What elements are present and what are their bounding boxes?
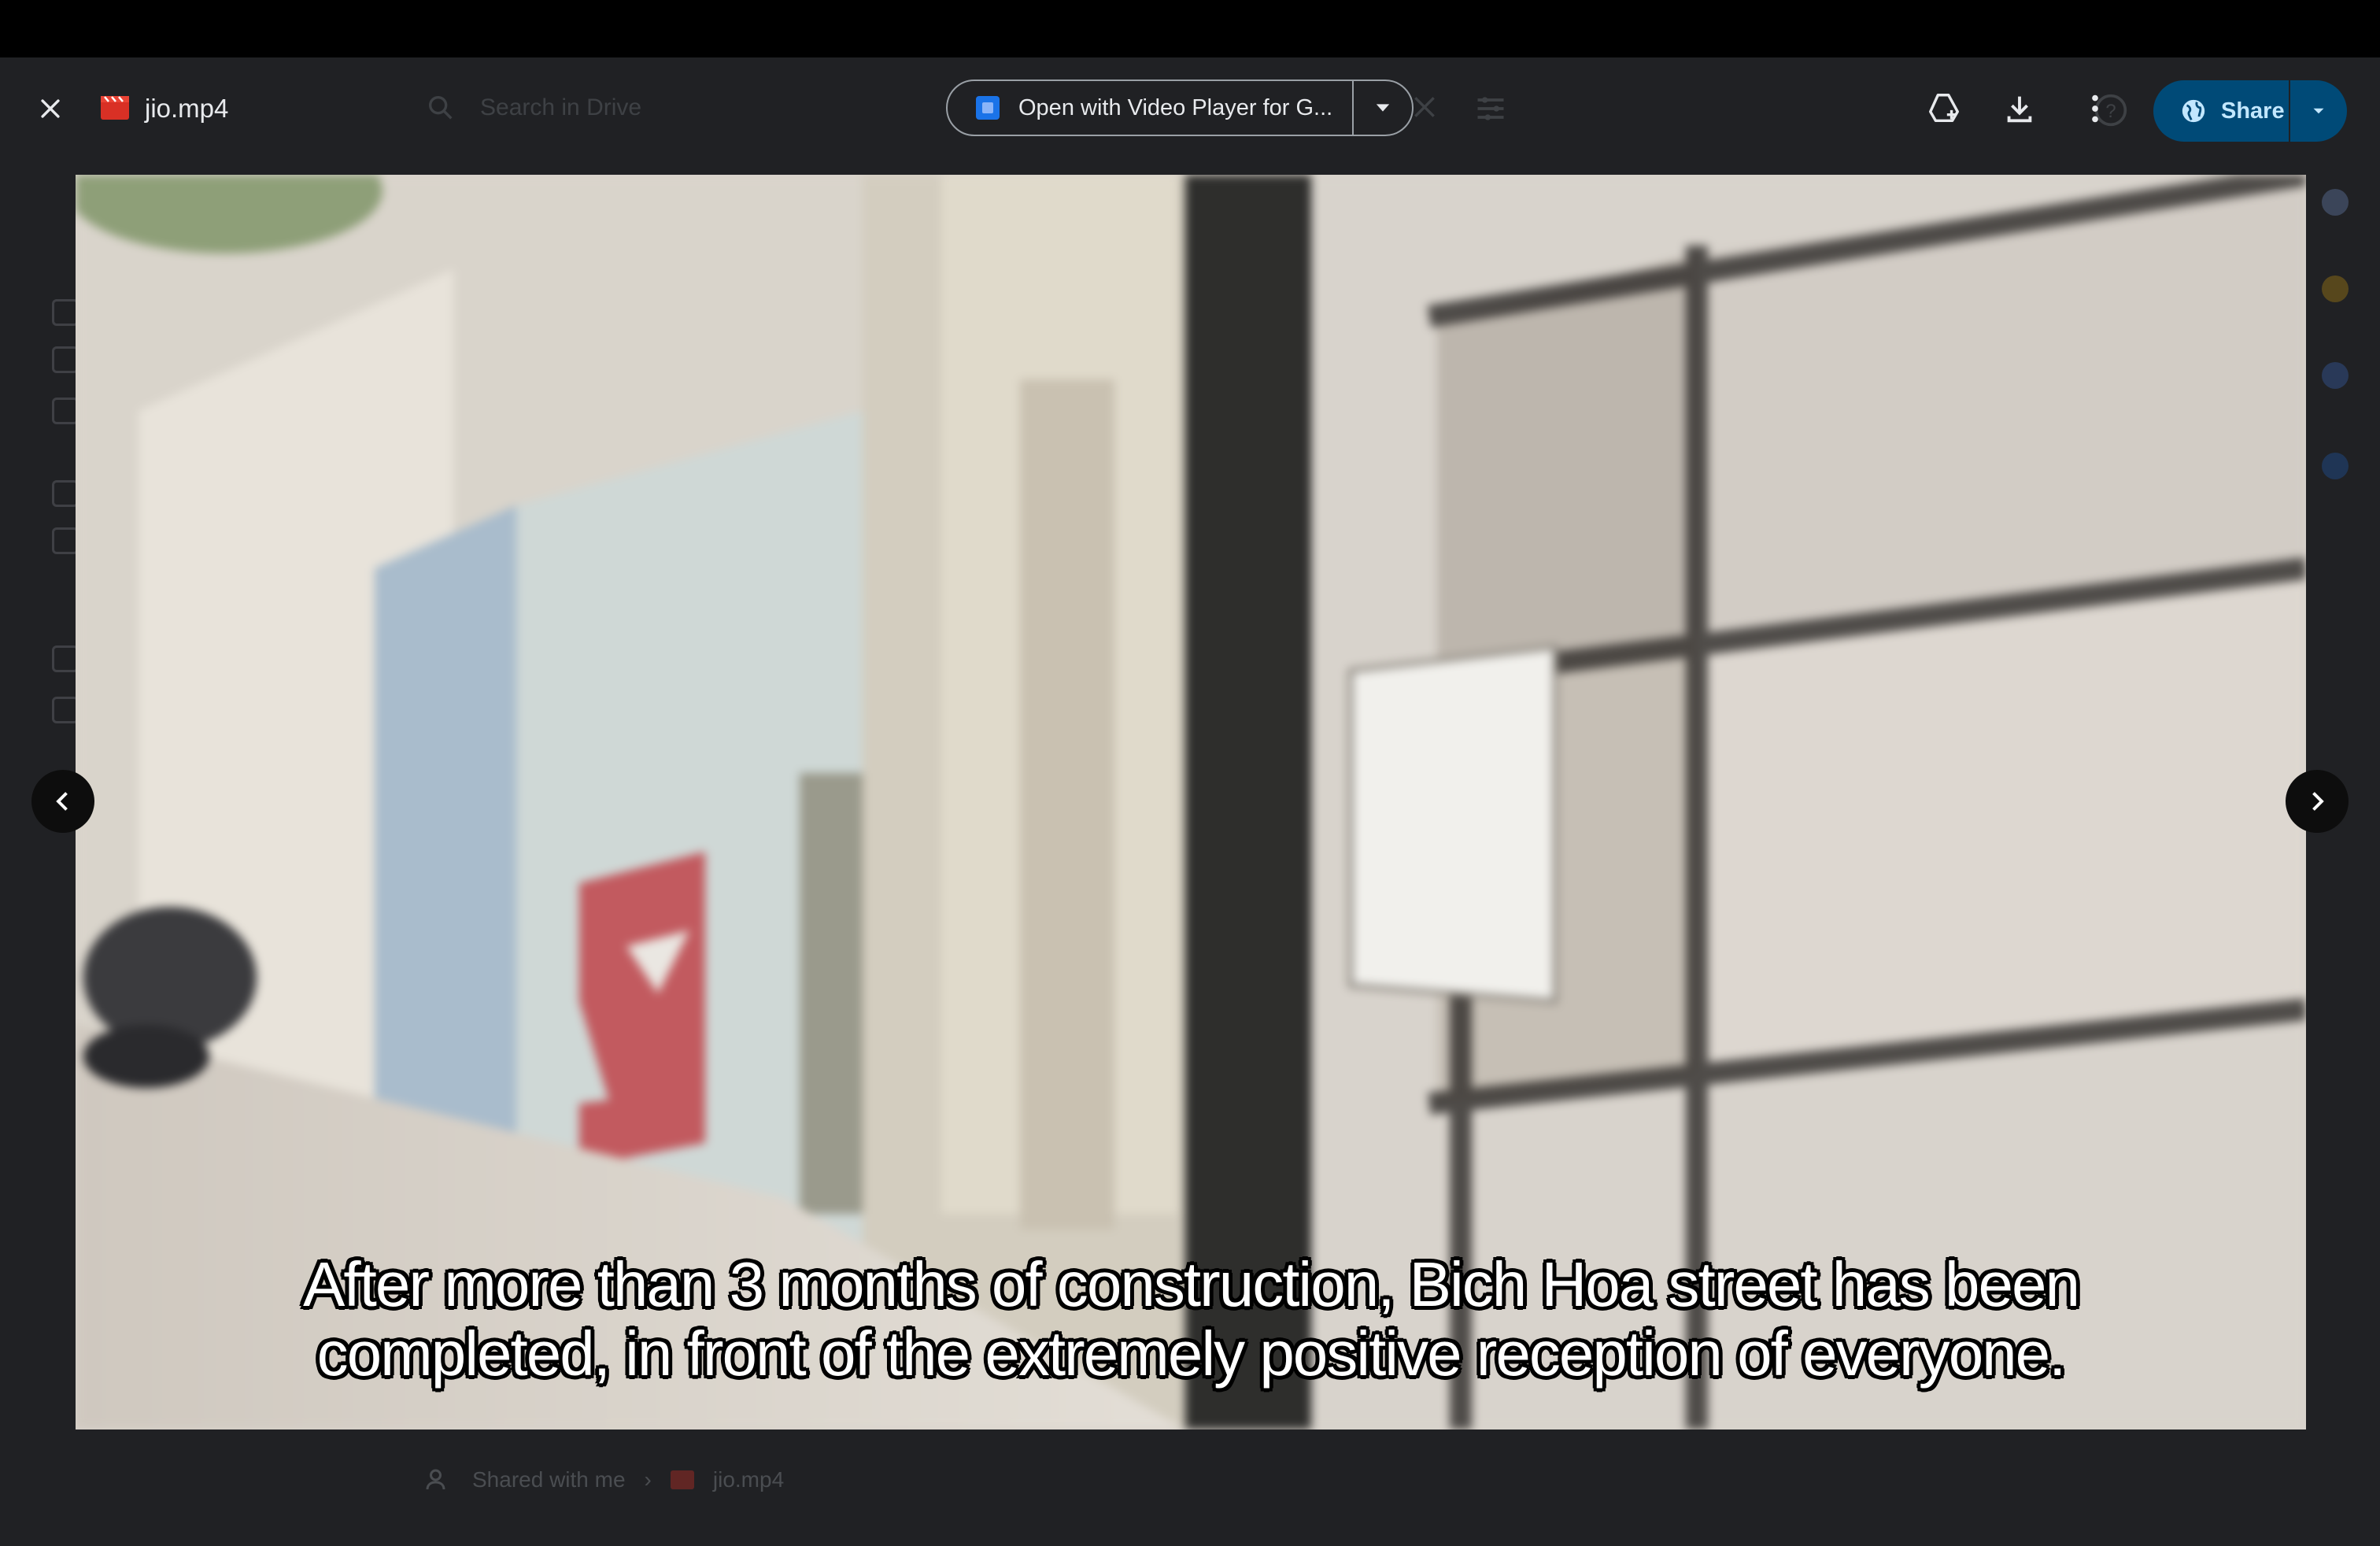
video-subtitle: After more than 3 months of construction… [76,1250,2306,1389]
background-side-panel-icon [2322,276,2349,302]
background-sidebar-icon [52,398,79,424]
background-sidebar-icon [52,346,79,373]
close-icon [41,99,60,118]
background-side-panel-icon [2322,189,2349,216]
more-actions-button[interactable] [2073,87,2117,131]
top-black-strip [0,0,2380,57]
background-sidebar-icon [52,527,79,554]
subtitle-line-1: After more than 3 months of construction… [303,1249,2080,1319]
next-file-button[interactable] [2286,770,2349,833]
background-sidebar-icon [52,645,79,672]
background-clear-icon [1414,97,1435,117]
add-shortcut-to-drive-button[interactable] [1922,87,1966,131]
open-with-button[interactable]: Open with Video Player for G... [948,81,1352,135]
shared-icon [426,1469,445,1490]
more-vert-icon [2092,94,2098,123]
video-file-icon [670,1470,694,1489]
background-side-panel-icon [2322,453,2349,479]
download-button[interactable] [1998,87,2042,131]
chevron-left-icon [56,792,68,811]
background-filter-icon [1477,97,1504,120]
chevron-right-icon: › [644,1467,652,1492]
share-label: Share [2221,98,2285,124]
background-breadcrumb: Shared with me › jio.mp4 [425,1463,784,1497]
subtitle-line-2: completed, in front of the extremely pos… [316,1319,2067,1389]
background-search-placeholder: Search in Drive [480,94,642,120]
search-icon [429,95,453,120]
file-name: jio.mp4 [145,94,229,123]
drive-video-preview-page: Search in Drive ? Shared with me › jio.m… [0,0,2380,1546]
open-with-label: Open with Video Player for G... [1018,94,1333,120]
arrow-drop-down-icon [2313,108,2324,114]
background-search-bar: Search in Drive [425,88,819,128]
video-file-icon [101,96,129,120]
background-sidebar-icon [52,299,79,326]
open-with-dropdown-button[interactable] [1354,81,1412,135]
previous-file-button[interactable] [31,770,94,833]
video-player[interactable]: After more than 3 months of construction… [76,175,2306,1429]
download-icon [2007,96,2032,123]
background-sidebar-icon [52,697,79,723]
add-to-drive-icon [1929,94,1959,123]
background-side-panel-icon [2322,362,2349,389]
video-player-app-icon [976,96,1000,120]
close-button[interactable] [31,90,69,128]
globe-icon [2182,99,2205,123]
open-with-control: Open with Video Player for G... [946,80,1414,136]
breadcrumb-parent: Shared with me [472,1467,626,1492]
background-sidebar-icon [52,480,79,507]
share-button[interactable]: Share [2153,80,2289,142]
video-frame-image [76,175,2306,1429]
breadcrumb-file: jio.mp4 [712,1467,785,1492]
chevron-right-icon [2312,792,2324,811]
arrow-drop-down-icon [1376,104,1390,112]
share-control: Share [2153,80,2347,142]
